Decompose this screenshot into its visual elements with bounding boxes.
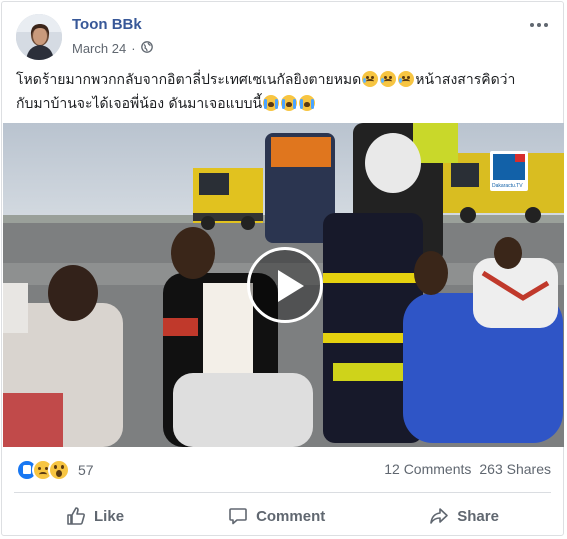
- post-meta: March 24 ·: [72, 41, 153, 56]
- comment-icon: [228, 506, 248, 526]
- reaction-count[interactable]: 57: [78, 462, 94, 478]
- post-date[interactable]: March 24: [72, 41, 126, 56]
- author-name[interactable]: Toon BBk: [72, 16, 142, 33]
- sad-tear-emoji-icon: [362, 71, 379, 87]
- globe-icon: [140, 41, 153, 56]
- post-text-line1: โหดร้ายมากพวกกลับจากอิตาลี่ประเทศเซเนกัล…: [16, 72, 362, 88]
- crying-emoji-icon: [263, 95, 280, 111]
- post-actions: Like Comment Share: [14, 499, 551, 533]
- like-button[interactable]: Like: [50, 502, 140, 530]
- share-button[interactable]: Share: [413, 502, 515, 530]
- avatar[interactable]: [16, 14, 62, 60]
- channel-logo: Dakaractu.TV: [490, 151, 528, 191]
- meta-separator: ·: [131, 41, 136, 56]
- wow-reaction-icon: [48, 459, 70, 481]
- post-stats: 57 12 Comments 263 Shares: [16, 457, 553, 485]
- post-text-line1-tail: หน้าสงสารคิดว่า: [415, 72, 516, 88]
- thumbs-up-icon: [66, 506, 86, 526]
- video-player[interactable]: Dakaractu.TV: [3, 123, 564, 447]
- crying-emoji-icon: [281, 95, 298, 111]
- comment-button-label: Comment: [256, 507, 326, 525]
- crying-emoji-icon: [299, 95, 316, 111]
- post-text-line2: กับมาบ้านจะได้เจอพี่น้อง ดันมาเจอแบบนี้: [16, 96, 263, 112]
- reactions-summary[interactable]: 57: [16, 459, 94, 481]
- shares-count-link[interactable]: 263 Shares: [479, 461, 551, 477]
- more-options-icon[interactable]: [527, 16, 551, 34]
- engagement-counts: 12 Comments 263 Shares: [384, 461, 551, 477]
- play-icon[interactable]: [247, 247, 323, 323]
- comments-count-link[interactable]: 12 Comments: [384, 461, 471, 477]
- actions-divider: [14, 492, 551, 493]
- like-button-label: Like: [94, 507, 125, 525]
- share-icon: [429, 506, 449, 526]
- share-button-label: Share: [457, 507, 499, 525]
- post-header: Toon BBk March 24 ·: [16, 14, 553, 64]
- sad-tear-emoji-icon: [398, 71, 415, 87]
- post-card: Toon BBk March 24 · โหดร้ายมากพวกกลับจาก…: [1, 1, 564, 536]
- post-text: โหดร้ายมากพวกกลับจากอิตาลี่ประเทศเซเนกัล…: [16, 68, 551, 116]
- comment-button[interactable]: Comment: [212, 502, 341, 530]
- sad-tear-emoji-icon: [380, 71, 397, 87]
- channel-logo-text: Dakaractu.TV: [492, 183, 523, 189]
